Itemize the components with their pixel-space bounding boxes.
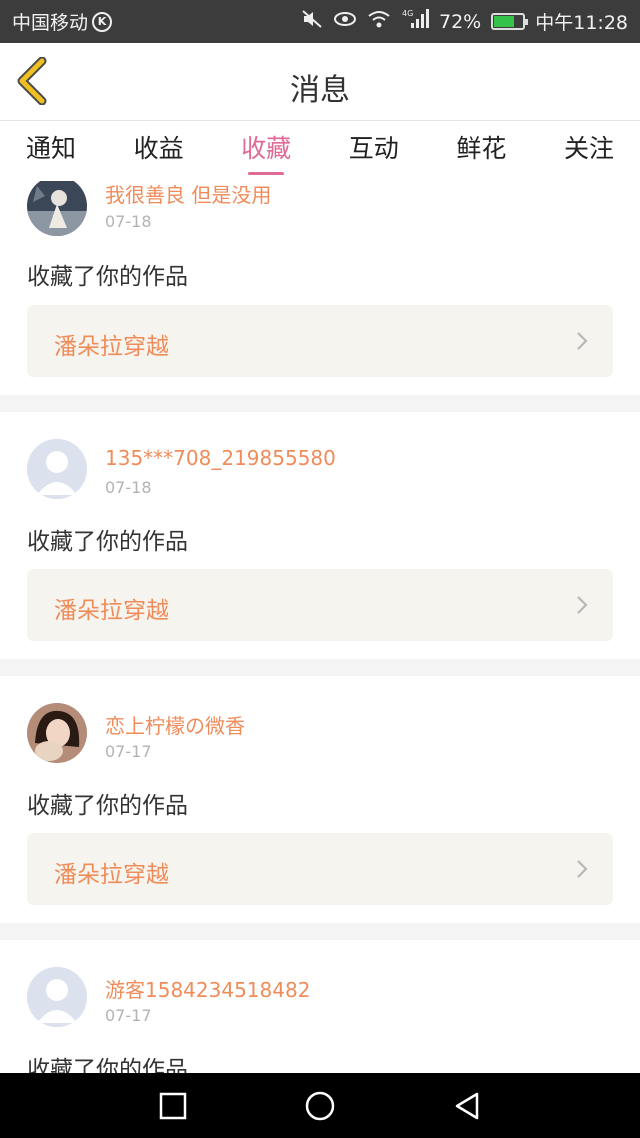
action-text: 收藏了你的作品 [27, 1057, 188, 1073]
action-text: 收藏了你的作品 [27, 529, 188, 555]
tab-interactions[interactable]: 互动 [348, 121, 400, 181]
battery-icon [491, 13, 529, 30]
work-link[interactable]: 潘朵拉穿越 [27, 569, 613, 641]
tab-notifications[interactable]: 通知 [25, 121, 77, 181]
square-nav-icon [160, 1092, 187, 1119]
tab-follows[interactable]: 关注 [563, 121, 615, 181]
action-text: 收藏了你的作品 [27, 793, 188, 819]
work-title: 潘朵拉穿越 [54, 598, 169, 624]
tab-flowers[interactable]: 鲜花 [455, 121, 507, 181]
list-item[interactable]: 恋上柠檬の微香 07-17 收藏了你的作品 潘朵拉穿越 [0, 676, 640, 923]
divider [0, 395, 640, 412]
clock: 中午11:28 [535, 12, 628, 34]
signal-icon: 4G [401, 8, 429, 35]
username[interactable]: 恋上柠檬の微香 [105, 710, 245, 739]
home-button[interactable] [300, 1086, 340, 1126]
username[interactable]: 我很善良 但是没用 [105, 181, 271, 208]
carrier-badge: K [92, 11, 113, 32]
action-text: 收藏了你的作品 [27, 264, 188, 290]
date: 07-18 [105, 212, 152, 231]
tab-favorites[interactable]: 收藏 [240, 121, 292, 181]
date: 07-18 [105, 478, 152, 497]
wifi-icon [367, 9, 391, 34]
work-link[interactable]: 潘朵拉穿越 [27, 833, 613, 905]
tab-label: 鲜花 [456, 134, 507, 163]
system-nav-bar [0, 1073, 640, 1138]
user-avatar[interactable] [27, 967, 87, 1027]
battery-percent: 72% [439, 10, 482, 33]
work-title: 潘朵拉穿越 [54, 334, 169, 360]
mute-icon [301, 9, 323, 34]
list-item[interactable]: 我很善良 但是没用 07-18 收藏了你的作品 潘朵拉穿越 [0, 181, 640, 395]
work-link[interactable]: 潘朵拉穿越 [27, 305, 613, 377]
tab-label: 通知 [25, 134, 76, 163]
tab-label: 收藏 [241, 134, 292, 163]
list-item[interactable]: 135***708_219855580 07-18 收藏了你的作品 潘朵拉穿越 [0, 412, 640, 659]
tab-label: 互动 [348, 134, 399, 163]
carrier-label: 中国移动 [12, 12, 89, 34]
user-avatar[interactable] [27, 703, 87, 763]
date: 07-17 [105, 1006, 152, 1025]
divider [0, 659, 640, 676]
active-tab-indicator [248, 172, 285, 175]
recent-apps-button[interactable] [153, 1086, 193, 1126]
chevron-right-icon [577, 332, 588, 350]
header: 消息 [0, 43, 640, 121]
user-avatar[interactable] [27, 181, 87, 236]
tab-bar: 通知 收益 收藏 互动 鲜花 关注 [0, 121, 640, 181]
user-avatar[interactable] [27, 439, 87, 499]
tab-earnings[interactable]: 收益 [133, 121, 185, 181]
back-nav-button[interactable] [447, 1086, 487, 1126]
circle-nav-icon [305, 1091, 335, 1120]
chevron-right-icon [577, 860, 588, 878]
tab-label: 关注 [563, 134, 614, 163]
chevron-right-icon [577, 596, 588, 614]
page-title: 消息 [290, 73, 350, 108]
username[interactable]: 135***708_219855580 [105, 446, 336, 470]
divider [0, 923, 640, 940]
eye-icon [333, 10, 357, 33]
battery-level-fill [494, 16, 515, 27]
network-label: 4G [402, 9, 413, 18]
message-list[interactable]: 我很善良 但是没用 07-18 收藏了你的作品 潘朵拉穿越 135***708_… [0, 181, 640, 1073]
status-bar: 中国移动 K 4G 72% 中午11:28 [0, 0, 640, 43]
work-title: 潘朵拉穿越 [54, 862, 169, 888]
triangle-back-nav-icon [455, 1092, 478, 1119]
date: 07-17 [105, 742, 152, 761]
username[interactable]: 游客1584234518482 [105, 974, 310, 1003]
tab-label: 收益 [133, 134, 184, 163]
list-item[interactable]: 游客1584234518482 07-17 收藏了你的作品 [0, 940, 640, 1073]
